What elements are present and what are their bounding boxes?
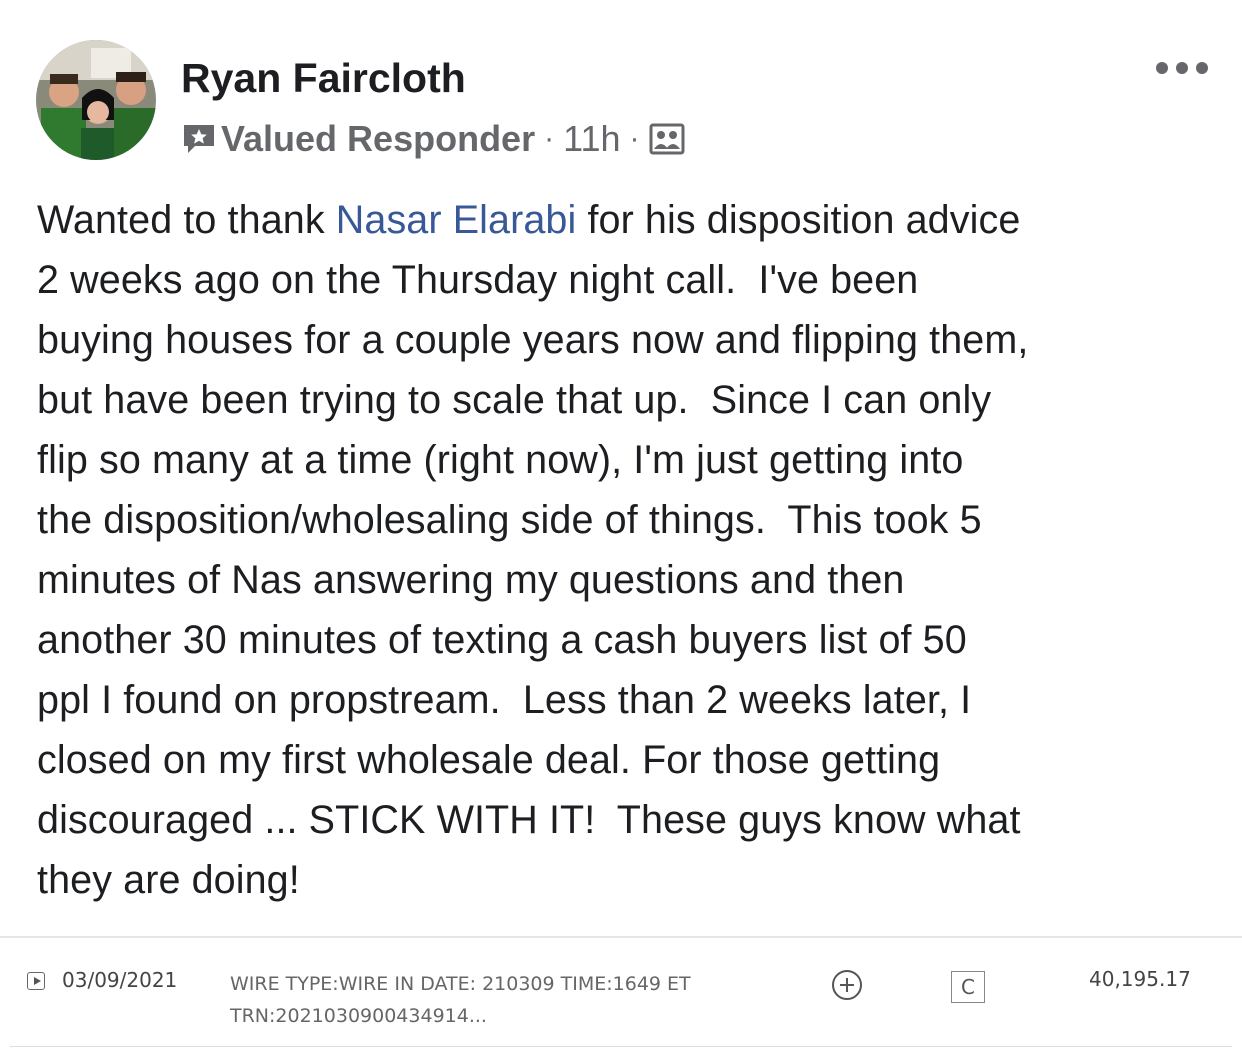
valued-responder-badge-icon <box>181 122 217 156</box>
post-meta: Valued Responder · 11h · <box>181 117 685 161</box>
post-timestamp[interactable]: 11h <box>563 118 620 160</box>
more-options-icon[interactable] <box>1156 58 1208 78</box>
meta-separator: · <box>544 122 555 155</box>
post-line: flip so many at a time (right now), I'm … <box>37 438 964 482</box>
description-line: TRN:2021030900434914... <box>230 1005 487 1027</box>
bank-transaction-row: 03/09/2021 WIRE TYPE:WIRE IN DATE: 21030… <box>0 938 1242 1064</box>
transaction-amount: 40,195.17 <box>1089 967 1191 991</box>
author-name[interactable]: Ryan Faircloth <box>181 55 466 102</box>
post-body: Wanted to thank Nasar Elarabi for his di… <box>37 190 1217 910</box>
post-line: ppl I found on propstream. Less than 2 w… <box>37 678 972 722</box>
mention-link[interactable]: Nasar Elarabi <box>336 198 577 242</box>
post-line: minutes of Nas answering my questions an… <box>37 558 905 602</box>
transaction-date: 03/09/2021 <box>62 968 178 992</box>
post-line: closed on my first wholesale deal. For t… <box>37 738 941 782</box>
check-c-icon[interactable]: C <box>951 971 985 1003</box>
expand-row-icon[interactable] <box>27 972 45 990</box>
post-line: the disposition/wholesaling side of thin… <box>37 498 982 542</box>
post-line: but have been trying to scale that up. S… <box>37 378 992 422</box>
post-line: they are doing! <box>37 858 300 902</box>
post-line: 2 weeks ago on the Thursday night call. … <box>37 258 919 302</box>
post-line: Wanted to thank Nasar Elarabi for his di… <box>37 198 1021 242</box>
post-line: buying houses for a couple years now and… <box>37 318 1029 362</box>
post-line: discouraged ... STICK WITH IT! These guy… <box>37 798 1021 842</box>
author-avatar[interactable] <box>36 40 156 160</box>
row-divider <box>10 1046 1232 1047</box>
post-line: another 30 minutes of texting a cash buy… <box>37 618 967 662</box>
group-members-icon <box>649 122 685 156</box>
description-line: WIRE TYPE:WIRE IN DATE: 210309 TIME:1649… <box>230 973 691 995</box>
transaction-description: WIRE TYPE:WIRE IN DATE: 210309 TIME:1649… <box>230 968 691 1032</box>
meta-separator: · <box>629 122 640 155</box>
plus-circle-icon[interactable] <box>832 970 862 1000</box>
badge-label[interactable]: Valued Responder <box>221 118 535 160</box>
facebook-post: Ryan Faircloth Valued Responder · 11h · … <box>0 0 1242 936</box>
